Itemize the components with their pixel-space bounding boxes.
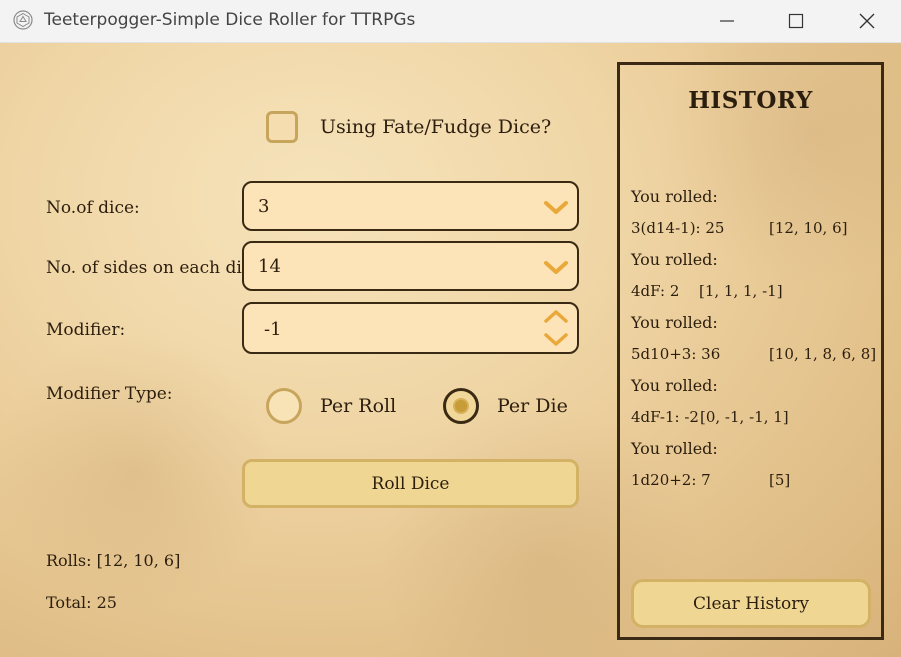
per-die-label: Per Die [497, 395, 568, 417]
history-entry-dice: 1d20+2: 7 [631, 471, 711, 489]
history-entry-rolls: [10, 1, 8, 6, 8] [769, 345, 877, 363]
title-bar: Teeterpogger-Simple Dice Roller for TTRP… [0, 0, 901, 43]
minimize-button[interactable] [704, 0, 750, 42]
chevron-down-icon[interactable] [543, 197, 569, 217]
modifier-spinbox[interactable]: -1 [242, 302, 579, 354]
modifier-value: -1 [264, 319, 282, 340]
chevron-up-icon[interactable] [543, 307, 569, 325]
history-panel: HISTORY You rolled: 3(d14-1): 25 [12, 10… [617, 62, 884, 640]
per-roll-radio[interactable] [266, 388, 302, 424]
history-entry-header: You rolled: [631, 439, 718, 458]
history-entry-header: You rolled: [631, 313, 718, 332]
per-die-option[interactable]: Per Die [443, 388, 568, 424]
history-entry-rolls: [1, 1, 1, -1] [699, 282, 783, 300]
num-dice-dropdown[interactable]: 3 [242, 181, 579, 231]
history-entry-rolls: [5] [769, 471, 791, 489]
history-entry-dice: 5d10+3: 36 [631, 345, 721, 363]
rolls-result: Rolls: [12, 10, 6] [46, 551, 181, 570]
roll-dice-button[interactable]: Roll Dice [242, 459, 579, 508]
total-result: Total: 25 [46, 593, 117, 612]
sides-dropdown[interactable]: 14 [242, 241, 579, 291]
history-entry-rolls: [12, 10, 6] [769, 219, 848, 237]
history-title: HISTORY [688, 87, 813, 114]
sides-value: 14 [258, 256, 281, 277]
d20-icon [13, 10, 33, 30]
minimize-icon [720, 20, 734, 22]
close-button[interactable] [844, 0, 890, 42]
history-entry-dice: 4dF: 2 [631, 282, 680, 300]
history-entry-rolls: [0, -1, -1, 1] [700, 408, 789, 426]
fate-dice-option[interactable]: Using Fate/Fudge Dice? [266, 111, 551, 143]
per-die-radio[interactable] [443, 388, 479, 424]
per-roll-option[interactable]: Per Roll [266, 388, 396, 424]
history-entry-dice: 3(d14-1): 25 [631, 219, 725, 237]
num-dice-value: 3 [258, 196, 270, 217]
modifier-type-label: Modifier Type: [46, 384, 173, 404]
window-title: Teeterpogger-Simple Dice Roller for TTRP… [44, 10, 416, 30]
maximize-icon [788, 13, 804, 29]
history-entry-header: You rolled: [631, 376, 718, 395]
fate-dice-label: Using Fate/Fudge Dice? [320, 116, 552, 138]
sides-label: No. of sides on each dice: [46, 258, 268, 278]
history-entry-dice: 4dF-1: -2 [631, 408, 699, 426]
history-entry-header: You rolled: [631, 187, 718, 206]
close-icon [859, 13, 875, 29]
fate-dice-checkbox[interactable] [266, 111, 298, 143]
chevron-down-icon[interactable] [543, 257, 569, 277]
per-roll-label: Per Roll [320, 395, 397, 417]
clear-history-button[interactable]: Clear History [631, 579, 871, 628]
maximize-button[interactable] [773, 0, 819, 42]
chevron-down-icon[interactable] [543, 331, 569, 349]
history-entry-header: You rolled: [631, 250, 718, 269]
num-dice-label: No.of dice: [46, 198, 140, 218]
modifier-label: Modifier: [46, 320, 126, 340]
